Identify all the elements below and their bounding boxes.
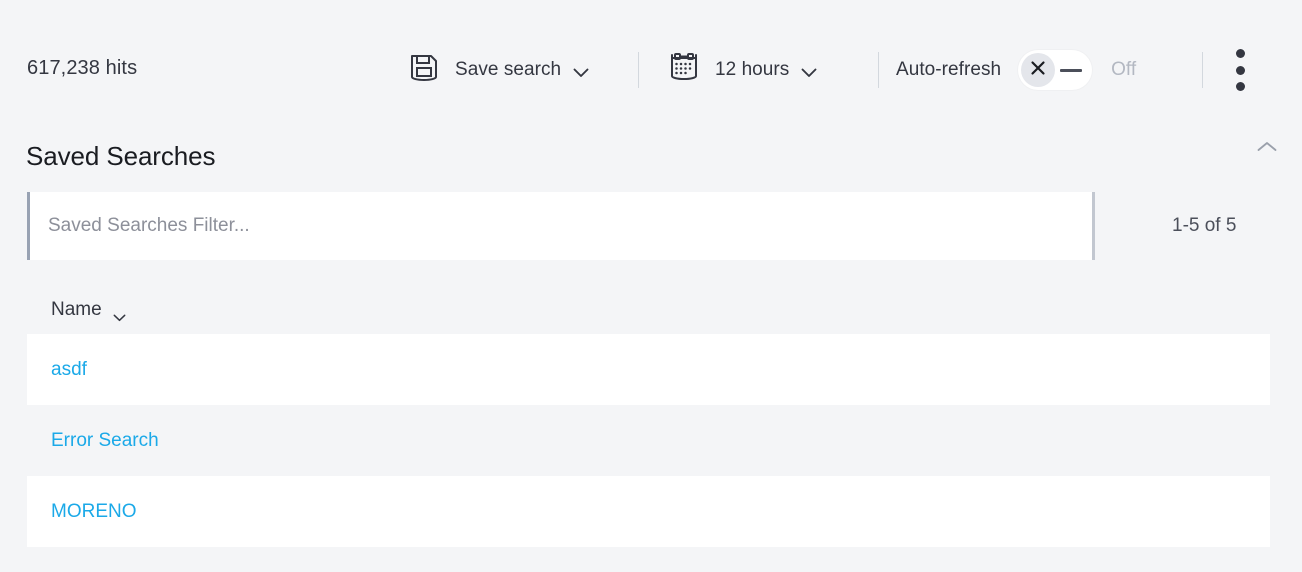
table-row[interactable]: Error Search [27,405,1270,476]
search-toolbar: 617,238 hits Save search 12 hours Auto-r… [0,0,1302,118]
kebab-dot [1235,65,1245,75]
auto-refresh-control: Auto-refresh Off [896,50,1136,90]
kebab-dot [1235,49,1245,58]
chevron-down-icon [573,65,589,77]
saved-search-link[interactable]: MORENO [51,501,137,523]
column-header-name[interactable]: Name [51,299,126,322]
save-search-label: Save search [455,59,562,80]
auto-refresh-state: Off [1111,59,1137,80]
saved-searches-page: 617,238 hits Save search 12 hours Auto-r… [0,0,1302,572]
chevron-down-icon [113,306,126,322]
time-range-button[interactable]: 12 hours [667,50,817,90]
toolbar-divider [638,52,639,88]
toggle-track-dash [1060,69,1083,72]
page-title: Saved Searches [26,141,216,171]
saved-search-link[interactable]: Error Search [51,430,159,452]
kebab-dot [1235,82,1245,91]
pagination-status: 1-5 of 5 [1172,215,1237,236]
column-header-label: Name [51,299,102,320]
search-input[interactable] [27,192,1095,260]
chevron-up-icon[interactable] [1253,133,1281,161]
floppy-disk-save-icon [407,51,441,90]
table-row[interactable]: MORENO [27,476,1270,547]
saved-search-link[interactable]: asdf [51,359,87,381]
kebab-menu-icon[interactable] [1230,49,1250,91]
toolbar-divider [878,52,879,88]
save-search-button[interactable]: Save search [407,50,589,90]
calendar-icon [667,51,701,90]
toggle-knob [1021,53,1056,87]
auto-refresh-toggle[interactable] [1018,50,1093,90]
auto-refresh-label: Auto-refresh [896,59,1002,80]
table-row[interactable]: asdf [27,334,1270,405]
toolbar-divider [1202,52,1203,88]
table-header-row: Name [27,286,1270,334]
time-range-label: 12 hours [715,59,790,80]
saved-searches-table: Name asdf Error Search MORENO [27,286,1270,547]
hits-count: 617,238 hits [27,57,138,79]
chevron-down-icon [801,65,817,77]
close-icon [1028,58,1048,83]
